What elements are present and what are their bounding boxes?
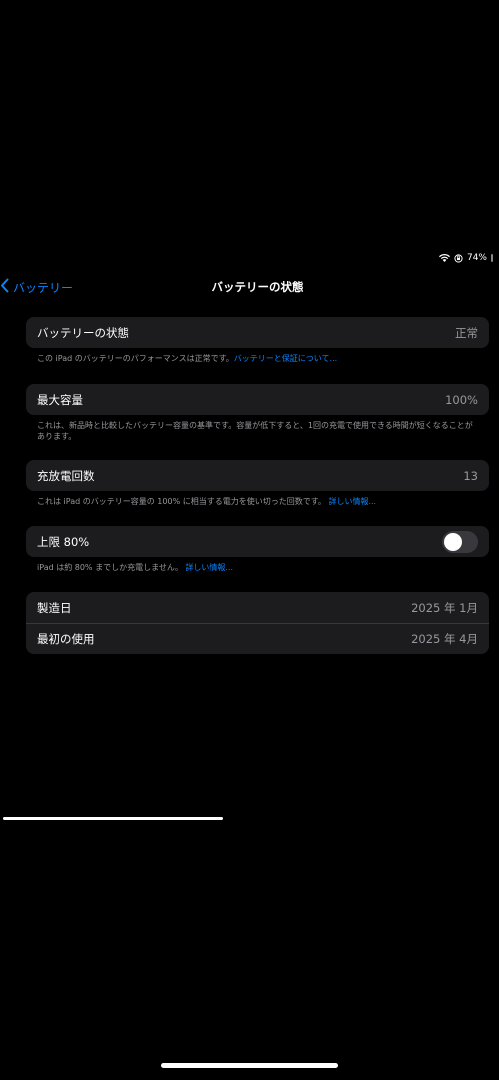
manufacture-date-label: 製造日	[37, 600, 72, 615]
orientation-lock-icon	[454, 253, 463, 263]
toggle-knob	[444, 532, 462, 551]
limit-80-footnote: iPad は約 80% までしか充電しません。 詳しい情報...	[26, 557, 489, 573]
status-bar: 74%	[438, 253, 493, 263]
cycle-count-row: 充放電回数 13	[26, 460, 489, 491]
battery-percent: 74%	[466, 253, 487, 263]
battery-icon	[491, 254, 493, 262]
manufacture-date-value: 2025 年 1月	[411, 600, 478, 615]
home-indicator[interactable]	[161, 1063, 338, 1068]
max-capacity-footnote-text: これは、新品時と比較したバッテリー容量の基準です。容量が低下すると、1回の充電で…	[37, 421, 473, 441]
max-capacity-footnote: これは、新品時と比較したバッテリー容量の基準です。容量が低下すると、1回の充電で…	[26, 415, 489, 442]
limit-80-toggle[interactable]	[442, 530, 478, 553]
manufacture-date-row: 製造日 2025 年 1月	[26, 592, 489, 623]
battery-health-group: バッテリーの状態 正常	[26, 317, 489, 348]
limit-80-group: 上限 80%	[26, 526, 489, 557]
limit-80-label: 上限 80%	[37, 534, 90, 549]
screen: 74% バッテリー バッテリーの状態 バッテリーの状態 正常 この iPad の…	[0, 0, 499, 1080]
first-use-value: 2025 年 4月	[411, 632, 478, 646]
cycle-count-value: 13	[463, 468, 478, 483]
cycle-count-section: 充放電回数 13 これは iPad のバッテリー容量の 100% に相当する電力…	[26, 460, 489, 507]
limit-80-section: 上限 80% iPad は約 80% までしか充電しません。 詳しい情報...	[26, 526, 489, 573]
cycle-count-more-info-link[interactable]: 詳しい情報...	[328, 497, 376, 506]
wifi-icon	[438, 254, 450, 262]
battery-health-value: 正常	[455, 325, 478, 340]
page-title: バッテリーの状態	[211, 280, 304, 294]
battery-health-section: バッテリーの状態 正常 この iPad のバッテリーのパフォーマンスは正常です。…	[26, 317, 489, 364]
limit-80-row: 上限 80%	[26, 526, 489, 557]
cycle-count-footnote-text: これは iPad のバッテリー容量の 100% に相当する電力を使い切った回数で…	[37, 497, 326, 506]
max-capacity-group: 最大容量 100%	[26, 384, 489, 415]
dates-group: 製造日 2025 年 1月 最初の使用 2025 年 4月	[26, 592, 489, 654]
battery-health-label: バッテリーの状態	[37, 325, 129, 340]
limit-80-footnote-text: iPad は約 80% までしか充電しません。	[37, 563, 183, 572]
cycle-count-footnote: これは iPad のバッテリー容量の 100% に相当する電力を使い切った回数で…	[26, 491, 489, 507]
battery-health-row: バッテリーの状態 正常	[26, 317, 489, 348]
max-capacity-section: 最大容量 100% これは、新品時と比較したバッテリー容量の基準です。容量が低下…	[26, 384, 489, 442]
battery-health-footnote: この iPad のバッテリーのパフォーマンスは正常です。バッテリーと保証について…	[26, 348, 489, 364]
first-use-row: 最初の使用 2025 年 4月	[26, 623, 489, 654]
cycle-count-group: 充放電回数 13	[26, 460, 489, 491]
first-use-label: 最初の使用	[37, 632, 95, 646]
max-capacity-label: 最大容量	[37, 392, 83, 407]
max-capacity-row: 最大容量 100%	[26, 384, 489, 415]
max-capacity-value: 100%	[445, 392, 478, 407]
limit-80-more-info-link[interactable]: 詳しい情報...	[185, 563, 233, 572]
battery-warranty-link[interactable]: バッテリーと保証について...	[234, 354, 337, 363]
nav-bar: バッテリー バッテリーの状態	[0, 276, 499, 298]
battery-health-footnote-text: この iPad のバッテリーのパフォーマンスは正常です。	[37, 354, 234, 363]
slide-over-handle[interactable]	[3, 817, 223, 820]
cycle-count-label: 充放電回数	[37, 468, 95, 483]
dates-section: 製造日 2025 年 1月 最初の使用 2025 年 4月	[26, 592, 489, 654]
